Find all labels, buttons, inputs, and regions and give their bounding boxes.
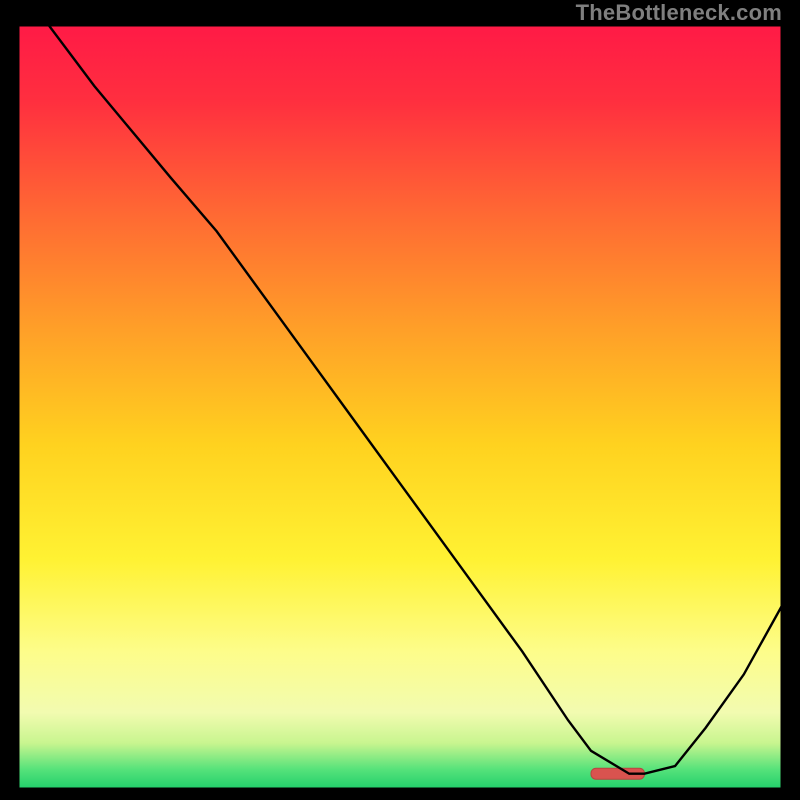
watermark-text: TheBottleneck.com [576, 0, 782, 26]
bottleneck-chart [18, 25, 782, 789]
chart-frame [18, 25, 782, 789]
gradient-background [18, 25, 782, 789]
